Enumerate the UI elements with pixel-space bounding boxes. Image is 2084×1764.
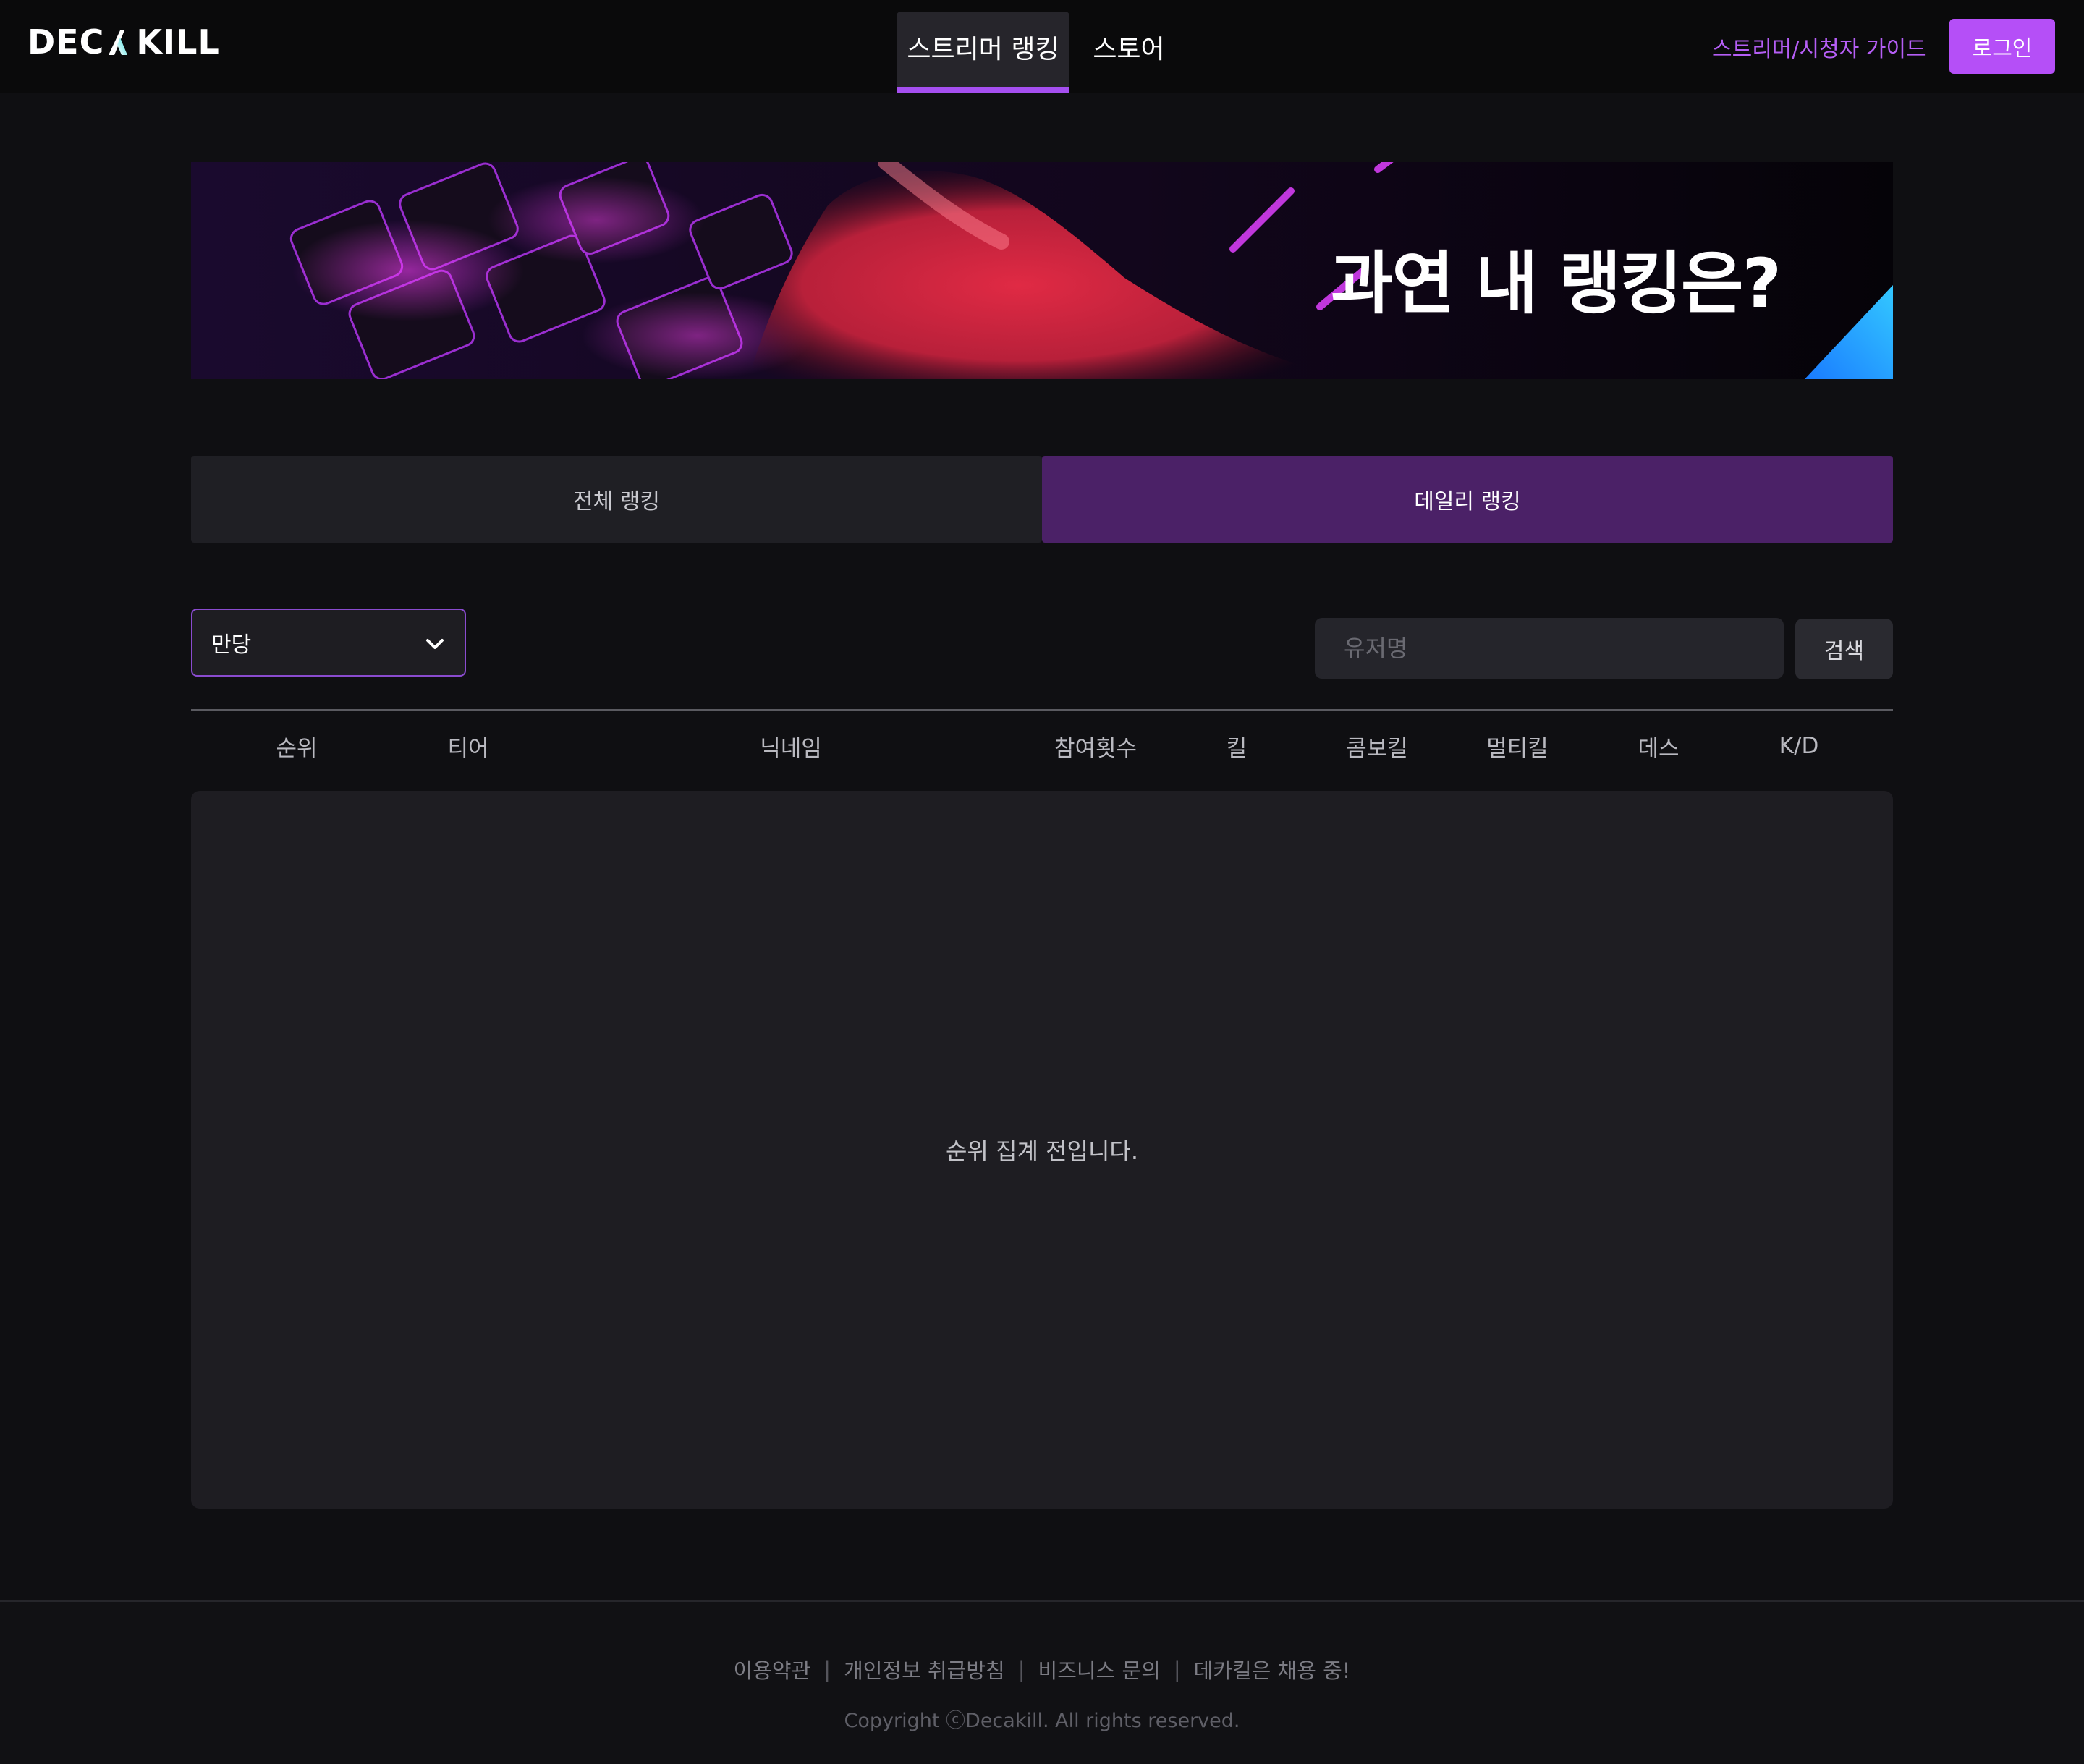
column-header-multi-kills: 멀티킬 bbox=[1486, 735, 1549, 762]
guide-link[interactable]: 스트리머/시청자 가이드 bbox=[1712, 29, 1926, 65]
tab-label: 전체 랭킹 bbox=[573, 489, 660, 514]
chevron-down-icon bbox=[426, 639, 444, 649]
footer-separator: | bbox=[823, 1657, 831, 1682]
top-header: DEC KILL 스트리머 랭킹 스토어 스트리머/시청자 가이드 로그인 bbox=[0, 0, 2084, 93]
promo-banner[interactable]: 과연 내 랭킹은? bbox=[191, 162, 1893, 379]
column-header-rank: 순위 bbox=[276, 735, 318, 762]
empty-state-message: 순위 집계 전입니다. bbox=[945, 1137, 1139, 1165]
column-header-participation: 참여횟수 bbox=[1054, 735, 1138, 762]
login-button[interactable]: 로그인 bbox=[1949, 19, 2055, 74]
footer-link-terms[interactable]: 이용약관 bbox=[734, 1654, 811, 1684]
username-search-input[interactable] bbox=[1315, 618, 1784, 679]
tab-label: 데일리 랭킹 bbox=[1414, 489, 1521, 514]
copyright-text: Copyright ⓒDecakill. All rights reserved… bbox=[844, 1710, 1240, 1732]
column-header-tier: 티어 bbox=[447, 735, 489, 762]
tab-overall-ranking[interactable]: 전체 랭킹 bbox=[191, 456, 1042, 543]
tab-daily-ranking[interactable]: 데일리 랭킹 bbox=[1042, 456, 1893, 543]
footer-link-careers[interactable]: 데카킬은 채용 중! bbox=[1194, 1654, 1351, 1684]
page-footer: 이용약관 | 개인정보 취급방침 | 비즈니스 문의 | 데카킬은 채용 중! … bbox=[0, 1600, 2084, 1764]
logo-text-right: KILL bbox=[136, 22, 220, 62]
decakill-logo[interactable]: DEC KILL bbox=[27, 22, 220, 62]
logo-text-left: DEC bbox=[27, 22, 105, 62]
footer-separator: | bbox=[1173, 1657, 1181, 1682]
search-button[interactable]: 검색 bbox=[1795, 619, 1893, 679]
nav-tab-label: 스트리머 랭킹 bbox=[907, 35, 1059, 64]
footer-link-privacy[interactable]: 개인정보 취급방침 bbox=[844, 1654, 1005, 1684]
map-select-value: 만당 bbox=[211, 632, 252, 658]
column-header-deaths: 데스 bbox=[1638, 735, 1680, 762]
nav-tab-store[interactable]: 스토어 bbox=[1080, 12, 1178, 93]
column-header-combo-kills: 콤보킬 bbox=[1346, 735, 1408, 762]
footer-separator: | bbox=[1017, 1657, 1025, 1682]
column-header-kills: 킬 bbox=[1226, 735, 1248, 762]
ranking-table-body: 순위 집계 전입니다. bbox=[191, 791, 1893, 1509]
footer-links: 이용약관 | 개인정보 취급방침 | 비즈니스 문의 | 데카킬은 채용 중! bbox=[0, 1654, 2084, 1684]
nav-tab-label: 스토어 bbox=[1093, 35, 1165, 64]
footer-link-business[interactable]: 비즈니스 문의 bbox=[1038, 1654, 1161, 1684]
column-header-nickname: 닉네임 bbox=[760, 735, 822, 762]
map-select-dropdown[interactable]: 만당 bbox=[191, 609, 466, 677]
banner-headline: 과연 내 랭킹은? bbox=[1331, 245, 1782, 323]
nav-tab-streamer-ranking[interactable]: 스트리머 랭킹 bbox=[897, 12, 1069, 93]
column-header-kd: K/D bbox=[1779, 733, 1819, 759]
logo-a-mark-icon bbox=[109, 30, 128, 55]
table-header-divider bbox=[191, 709, 1893, 711]
